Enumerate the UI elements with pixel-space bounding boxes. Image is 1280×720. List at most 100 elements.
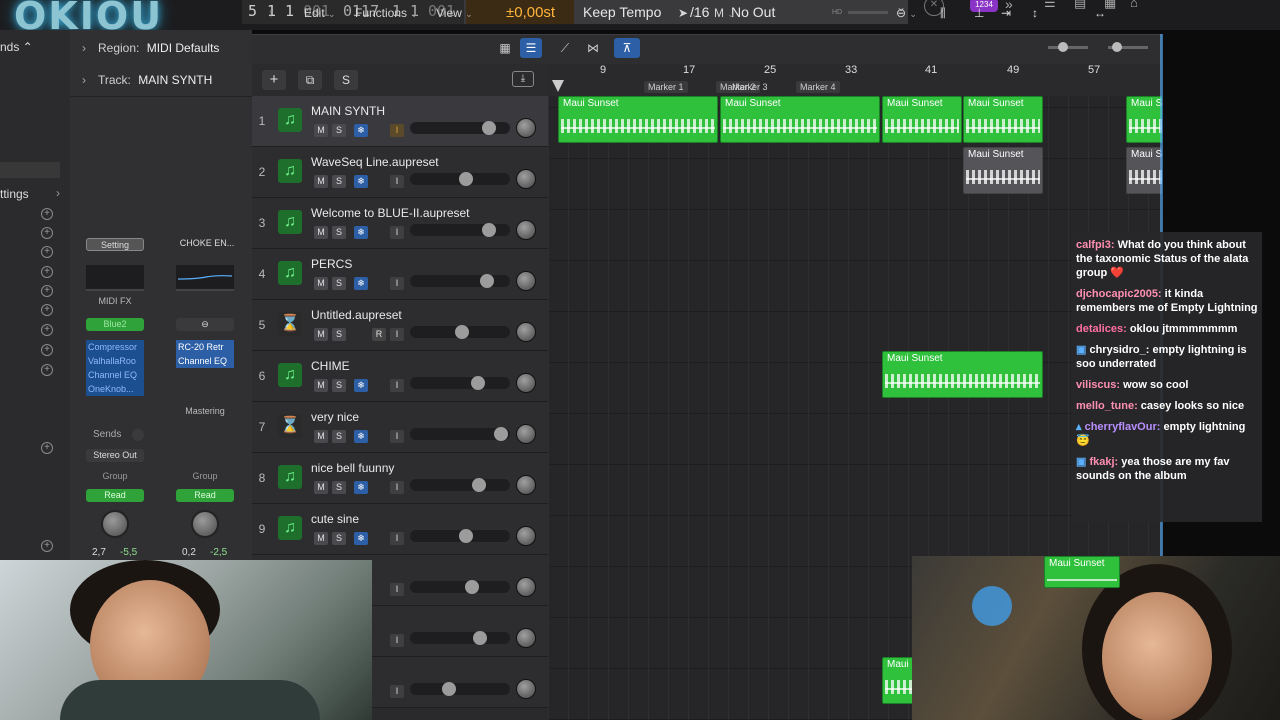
list-view-icon[interactable]: ☰: [520, 38, 542, 58]
freeze-icon[interactable]: ❄: [354, 430, 368, 443]
track-name[interactable]: MAIN SYNTH: [311, 104, 385, 118]
plugin-slot[interactable]: RC-20 Retr: [176, 340, 234, 354]
pointer-tool-icon[interactable]: ➤ ⌄: [678, 6, 699, 20]
fader-cap[interactable]: [480, 274, 494, 288]
pan-knob[interactable]: [516, 577, 536, 597]
mute-button[interactable]: M: [314, 379, 328, 392]
add-track-icon[interactable]: +: [262, 70, 286, 90]
track-row[interactable]: 6 ♫ CHIME M S ❄ I: [252, 351, 548, 402]
mute-button[interactable]: M: [314, 430, 328, 443]
marker[interactable]: Marker 3: [728, 81, 772, 93]
automation-mode[interactable]: Read: [86, 489, 144, 502]
setting-button[interactable]: Setting: [86, 238, 144, 251]
mute-button[interactable]: M: [314, 175, 328, 188]
eq-display[interactable]: [176, 265, 234, 291]
automation-mode[interactable]: Read: [176, 489, 234, 502]
view-menu[interactable]: View ⌄: [436, 6, 473, 20]
input-monitor-button[interactable]: I: [390, 124, 404, 137]
group-slot[interactable]: Group: [176, 471, 234, 481]
fader-cap[interactable]: [465, 580, 479, 594]
track-row[interactable]: 5 ⌛ Untitled.aupreset M S R I: [252, 300, 548, 351]
pan-knob[interactable]: [516, 169, 536, 189]
track-name[interactable]: Untitled.aupreset: [311, 308, 402, 322]
input-monitor-button[interactable]: I: [390, 685, 404, 698]
volume-fader[interactable]: [410, 478, 510, 492]
mute-button[interactable]: M: [314, 328, 328, 341]
input-monitor-button[interactable]: I: [390, 583, 404, 596]
grid-view-icon[interactable]: ▦: [494, 38, 516, 58]
freeze-icon[interactable]: ❄: [354, 277, 368, 290]
solo-button[interactable]: S: [332, 277, 346, 290]
link-icon[interactable]: ⊖: [176, 318, 234, 331]
solo-button[interactable]: S: [332, 532, 346, 545]
setting-button[interactable]: CHOKE EN...: [176, 238, 238, 248]
back-arrow-icon[interactable]: ↑: [268, 6, 274, 20]
input-monitor-button[interactable]: I: [390, 430, 404, 443]
plugin-slot[interactable]: ValhallaRoo: [86, 354, 144, 368]
freeze-icon[interactable]: ❄: [354, 481, 368, 494]
pan-knob[interactable]: [516, 526, 536, 546]
solo-button[interactable]: S: [332, 175, 346, 188]
midi-region[interactable]: Maui Sunset: [720, 96, 880, 143]
automation-icon[interactable]: ⟋: [554, 38, 576, 58]
pan-knob[interactable]: [516, 424, 536, 444]
input-monitor-button[interactable]: I: [390, 175, 404, 188]
freeze-icon[interactable]: ❄: [354, 379, 368, 392]
add-icon[interactable]: +: [41, 364, 53, 376]
volume-fader[interactable]: [410, 529, 510, 543]
marker[interactable]: Marker 1: [644, 81, 688, 93]
pan-knob[interactable]: [516, 628, 536, 648]
left-panel-header[interactable]: nds ⌃: [0, 40, 33, 54]
input-monitor-button[interactable]: I: [390, 328, 404, 341]
track-name[interactable]: WaveSeq Line.aupreset: [311, 155, 439, 169]
slider-thumb[interactable]: [1058, 42, 1068, 52]
output-slot[interactable]: Stereo Out: [86, 449, 144, 462]
solo-button[interactable]: S: [332, 481, 346, 494]
solo-button[interactable]: S: [332, 328, 346, 341]
track-name[interactable]: Welcome to BLUE-II.aupreset: [311, 206, 470, 220]
pan-knob[interactable]: [516, 373, 536, 393]
volume-fader[interactable]: [410, 121, 510, 135]
add-icon[interactable]: +: [41, 324, 53, 336]
midi-region[interactable]: Maui Sunset: [1126, 96, 1162, 143]
midi-region[interactable]: Maui Sunset: [963, 96, 1043, 143]
waveform-icon[interactable]: ⫼: [940, 6, 946, 21]
track-row[interactable]: 3 ♫ Welcome to BLUE-II.aupreset M S ❄ I: [252, 198, 548, 249]
add-icon[interactable]: +: [41, 285, 53, 297]
add-icon[interactable]: +: [41, 442, 53, 454]
global-solo-button[interactable]: S: [334, 70, 358, 90]
volume-fader[interactable]: [410, 631, 510, 645]
plugin-slot[interactable]: OneKnob...: [86, 382, 144, 396]
send-knob[interactable]: [132, 429, 144, 441]
loop-browser-icon[interactable]: ⌂: [1130, 0, 1138, 10]
settings-item[interactable]: ttings: [0, 187, 29, 201]
input-monitor-button[interactable]: I: [390, 532, 404, 545]
volume-fader[interactable]: [410, 580, 510, 594]
mute-button[interactable]: M: [314, 226, 328, 239]
pan-knob[interactable]: [516, 118, 536, 138]
output-value[interactable]: No Out: [731, 4, 775, 20]
track-name[interactable]: PERCS: [311, 257, 352, 271]
track-inspector-header[interactable]: › Track: MAIN SYNTH: [70, 64, 252, 96]
horizontal-zoom-icon[interactable]: ↔: [1094, 6, 1106, 20]
volume-fader[interactable]: [410, 223, 510, 237]
midi-region[interactable]: Maui Sunset: [1044, 556, 1120, 588]
fader-cap[interactable]: [482, 223, 496, 237]
plugin-slot[interactable]: Channel EQ: [86, 368, 144, 382]
mode-menu[interactable]: M ⌄: [714, 6, 735, 20]
pan-knob[interactable]: [516, 220, 536, 240]
input-monitor-button[interactable]: I: [390, 634, 404, 647]
chevron-right-icon[interactable]: ›: [56, 186, 60, 200]
record-button[interactable]: R: [372, 328, 386, 341]
fader-cap[interactable]: [472, 478, 486, 492]
horizontal-zoom-slider[interactable]: [1108, 42, 1148, 52]
track-name[interactable]: cute sine: [311, 512, 359, 526]
pan-knob[interactable]: [516, 322, 536, 342]
pan-knob[interactable]: [516, 475, 536, 495]
zoom-minus-icon[interactable]: ⊖ ⌄: [896, 6, 917, 20]
input-monitor-button[interactable]: I: [390, 277, 404, 290]
add-icon[interactable]: +: [41, 344, 53, 356]
midi-region[interactable]: Maui Sunset: [882, 351, 1043, 398]
volume-fader[interactable]: [410, 172, 510, 186]
eq-display[interactable]: [86, 265, 144, 291]
